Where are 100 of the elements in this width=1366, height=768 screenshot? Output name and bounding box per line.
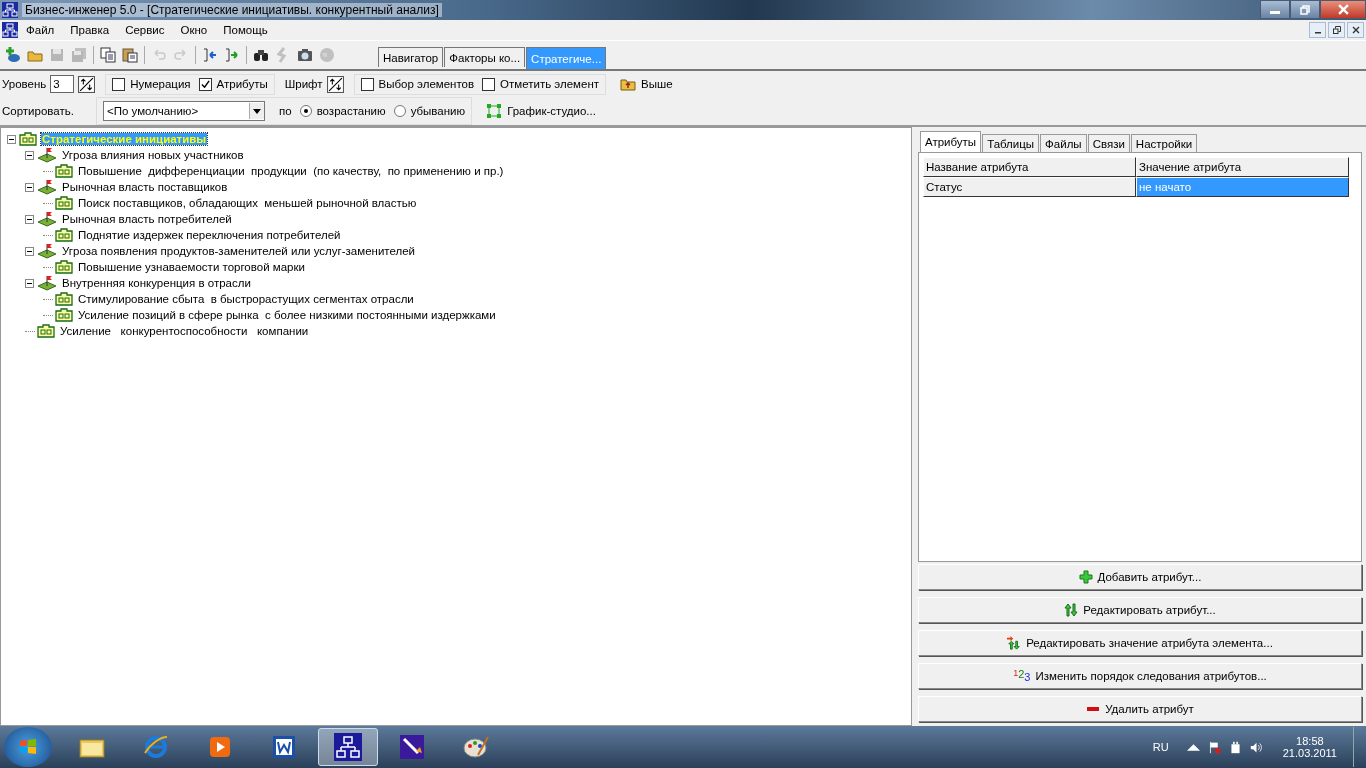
view-tab[interactable]: Навигатор: [378, 47, 444, 67]
checkmark-icon: [200, 79, 210, 89]
tab[interactable]: Связи: [1087, 134, 1130, 152]
collapse-toggle[interactable]: [25, 278, 34, 288]
font-size-icon[interactable]: [326, 75, 344, 93]
language-indicator[interactable]: RU: [1152, 741, 1169, 753]
checkbox[interactable]: Выбор элементов: [360, 77, 475, 91]
flag-icon[interactable]: [1207, 740, 1221, 754]
attribute-button[interactable]: 123 Изменить порядок следования атрибутов...: [918, 663, 1362, 689]
spin-icon[interactable]: [78, 75, 96, 93]
radio-circle[interactable]: [299, 105, 312, 117]
menu-item[interactable]: Правка: [62, 24, 118, 36]
tree-item[interactable]: Угроза появления продуктов-заменителей или услуг-заменителей: [61, 245, 417, 257]
diagram-icon: [486, 103, 503, 119]
flag-icon: [37, 147, 57, 163]
checkbox[interactable]: Отметить элемент: [482, 77, 599, 91]
tab[interactable]: Таблицы: [982, 134, 1040, 152]
up-button[interactable]: Выше: [616, 77, 677, 91]
radio-button[interactable]: возрастанию: [299, 105, 386, 117]
tree-item[interactable]: Рыночная власть потребителей: [61, 213, 233, 225]
clock[interactable]: 18:58 21.03.2011: [1282, 735, 1337, 759]
collapse-toggle[interactable]: [25, 214, 34, 224]
folder-icon: [55, 228, 73, 242]
tree-item[interactable]: Угроза влияния новых участников: [61, 149, 245, 161]
collapse-toggle[interactable]: [7, 134, 16, 144]
tab[interactable]: Атрибуты: [920, 131, 982, 152]
sort-label: Сортировать.: [2, 105, 75, 117]
checkbox[interactable]: Атрибуты: [198, 77, 268, 91]
tree-item[interactable]: Поднятие издержек переключения потребителей: [77, 229, 342, 241]
tree-item[interactable]: Поиск поставщиков, обладающих меньшей рыночной властью: [77, 197, 418, 209]
tab[interactable]: Настройки: [1130, 134, 1198, 152]
restore-icon: [1332, 26, 1341, 34]
sort-dropdown[interactable]: <По умолчанию>: [103, 101, 265, 121]
taskbar-app[interactable]: [318, 728, 378, 766]
menu-item[interactable]: Сервис: [117, 24, 173, 36]
minimize-button[interactable]: [1309, 22, 1326, 38]
view-tab[interactable]: Факторы ко...: [444, 47, 526, 67]
tree-item[interactable]: Стимулирование сбыта в быстрорастущих сегментах отрасли: [77, 293, 415, 305]
level-field[interactable]: 3: [50, 75, 75, 93]
checkbox-square[interactable]: [360, 77, 374, 91]
folder-icon: [55, 308, 73, 322]
flag-icon: [37, 179, 57, 195]
power-plug-icon[interactable]: [1228, 740, 1242, 754]
restore-icon: [1300, 4, 1310, 15]
plus-icon: [1078, 570, 1093, 584]
tree-item[interactable]: Повышение узнаваемости торговой марки: [77, 261, 306, 273]
radio-button[interactable]: убыванию: [393, 105, 466, 117]
tree-item[interactable]: Усиление позиций в сфере рынка с более низкими постоянными издержками: [77, 309, 497, 321]
tab[interactable]: Файлы: [1040, 134, 1087, 152]
tree-item[interactable]: Усиление конкурентоспособности компании: [59, 325, 310, 337]
radio-circle[interactable]: [393, 105, 406, 117]
close-icon: [1351, 26, 1360, 34]
checkbox-square[interactable]: [112, 77, 126, 91]
close-button[interactable]: [1320, 0, 1366, 19]
checkbox-square[interactable]: [482, 77, 496, 91]
by-label: по: [279, 105, 292, 117]
collapse-toggle[interactable]: [25, 182, 34, 192]
hierarchy-icon: [334, 733, 362, 761]
start-button[interactable]: [4, 727, 52, 767]
tree-item[interactable]: Рыночная власть поставщиков: [61, 181, 229, 193]
level-label: Уровень: [2, 78, 47, 90]
numbers-icon: 123: [1013, 669, 1031, 683]
collapse-toggle[interactable]: [25, 150, 34, 160]
minimize-button[interactable]: [1260, 0, 1290, 19]
up-down-arrows-icon: [1007, 636, 1022, 650]
table-cell: Статус: [923, 177, 1136, 197]
attribute-button[interactable]: Добавить атрибут...: [918, 564, 1362, 590]
attribute-button[interactable]: Редактировать атрибут...: [918, 597, 1362, 623]
window-title: Бизнес-инженер 5.0 - [Стратегические инициативы. конкурентный анализ]: [22, 3, 442, 17]
attribute-button[interactable]: Удалить атрибут: [918, 696, 1362, 722]
restore-button[interactable]: [1290, 0, 1320, 19]
folder-icon: [55, 292, 73, 306]
graph-studio-button[interactable]: График-студио...: [482, 103, 600, 119]
column-header: Название атрибута: [923, 157, 1136, 177]
folder-icon: [55, 260, 73, 274]
attribute-button[interactable]: Редактировать значение атрибута элемента...: [918, 630, 1362, 656]
copy-icon[interactable]: [97, 44, 119, 66]
windows-logo: [18, 737, 38, 757]
close-icon: [1337, 4, 1349, 15]
tree-item[interactable]: Внутренняя конкуренция в отрасли: [61, 277, 252, 289]
close-button[interactable]: [1347, 22, 1364, 38]
folder-icon: [37, 324, 55, 338]
up-down-arrows-icon: [1064, 603, 1079, 617]
menu-item[interactable]: Файл: [18, 24, 63, 36]
menu-item[interactable]: Окно: [172, 24, 216, 36]
collapse-toggle[interactable]: [25, 246, 34, 256]
tree-item[interactable]: Повышение дифференциации продукции (по качеству, по применению и пр.): [77, 165, 505, 177]
menu-item[interactable]: Помощь: [215, 24, 276, 36]
flag-icon: [37, 243, 57, 259]
app-icon: [2, 2, 18, 18]
restore-button[interactable]: [1328, 22, 1345, 38]
checkbox[interactable]: Нумерация: [112, 77, 191, 91]
checkbox-square[interactable]: [198, 77, 212, 91]
speaker-icon[interactable]: [1249, 740, 1263, 754]
folder-up-icon: [620, 77, 636, 91]
flag-icon: [37, 275, 57, 291]
flag-icon: [37, 211, 57, 227]
dropdown-arrow-icon: [253, 108, 261, 114]
folder-icon: [55, 196, 73, 210]
folder-icon: [19, 132, 37, 146]
